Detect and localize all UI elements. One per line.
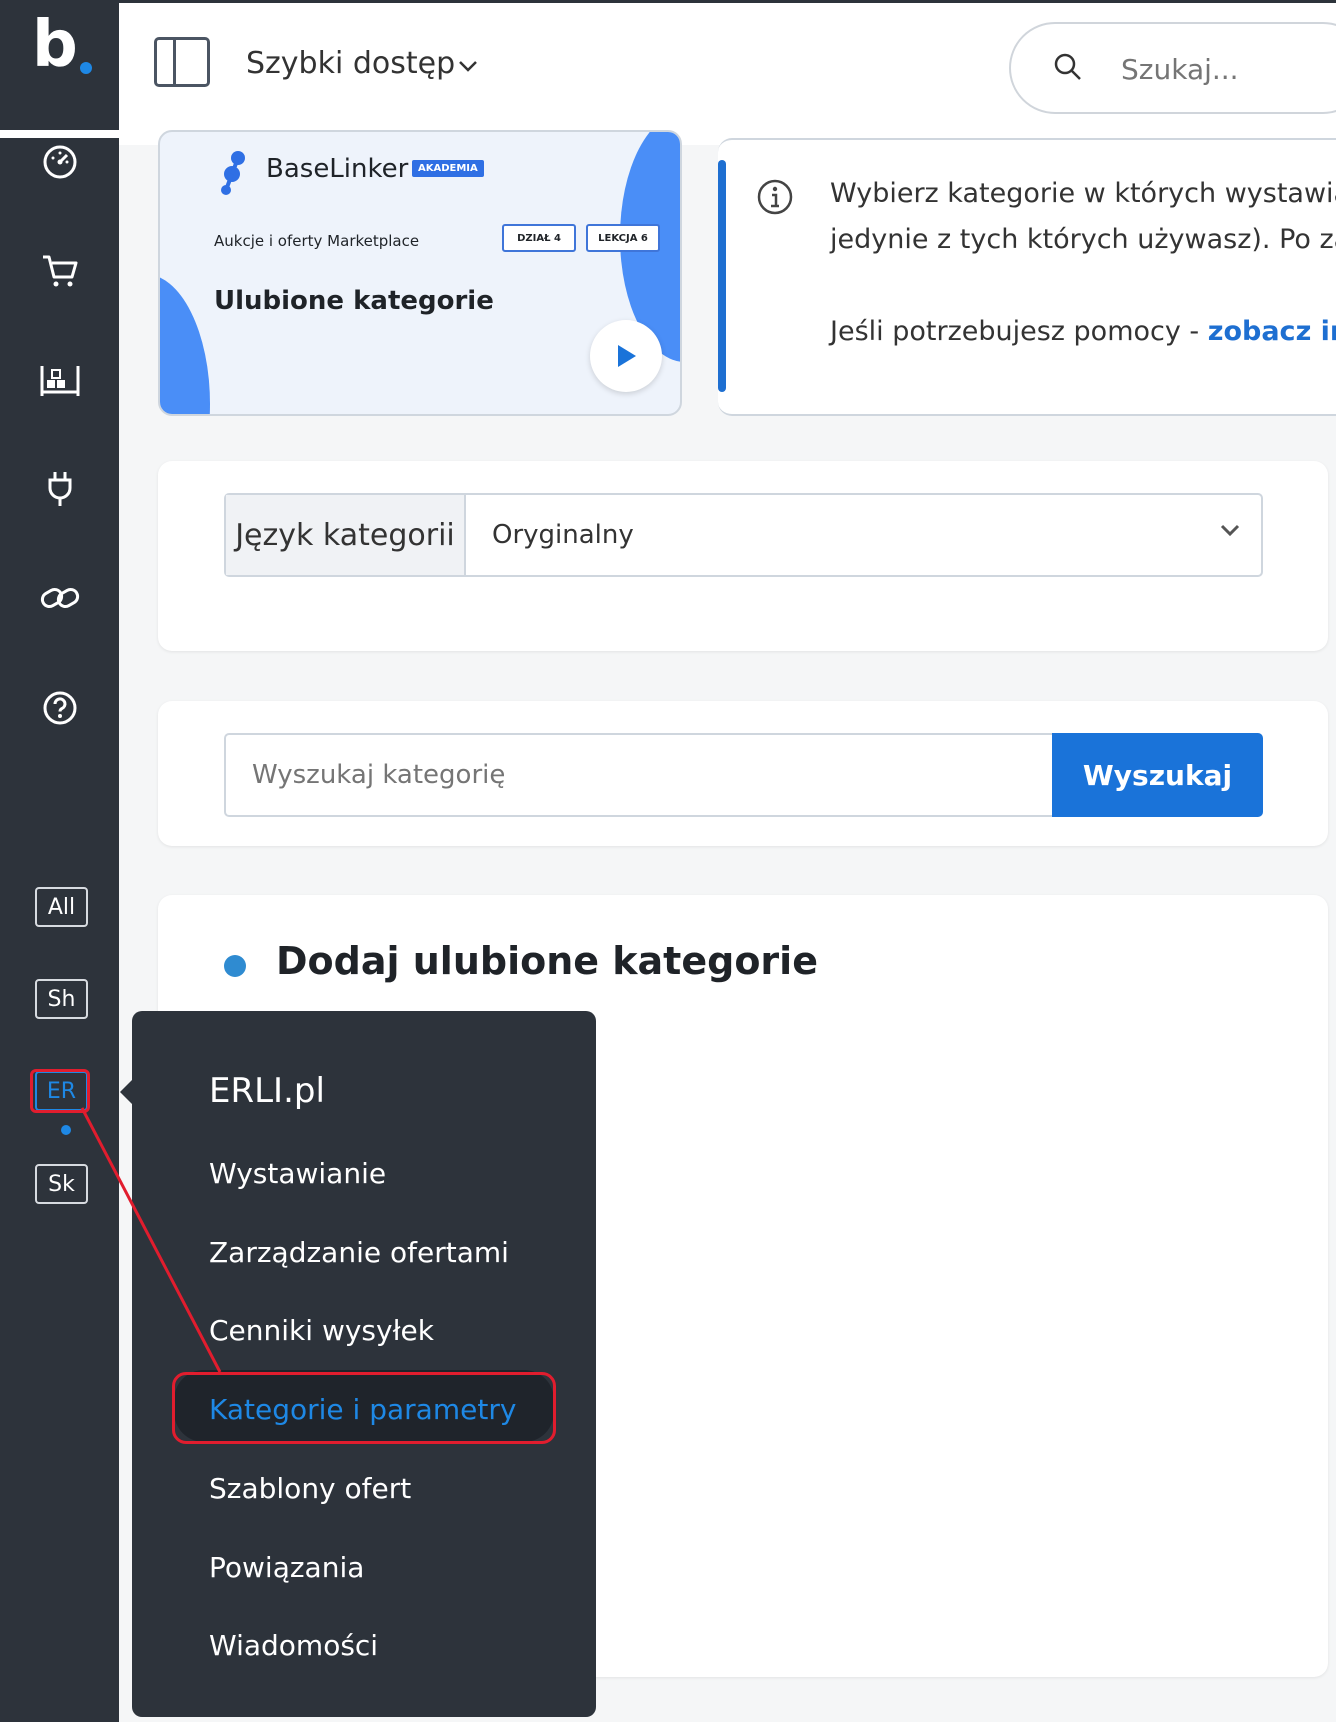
menu-item-cenniki-wysylek[interactable]: Cenniki wysyłek — [209, 1314, 434, 1347]
search-button[interactable]: Wyszukaj — [1052, 733, 1263, 817]
menu-item-wiadomosci[interactable]: Wiadomości — [209, 1629, 378, 1662]
warehouse-icon[interactable] — [38, 358, 82, 402]
language-select[interactable]: Oryginalny — [466, 495, 1261, 575]
active-indicator-dot — [61, 1125, 71, 1135]
menu-item-szablony-ofert[interactable]: Szablony ofert — [209, 1472, 411, 1505]
logo[interactable]: b — [0, 0, 119, 138]
toggle-panel-icon[interactable] — [154, 37, 210, 87]
lesson-tag: LEKCJA 6 — [586, 224, 660, 252]
flyout-pointer — [120, 1080, 132, 1104]
menu-item-wystawianie[interactable]: Wystawianie — [209, 1157, 386, 1190]
language-selected-value: Oryginalny — [492, 520, 634, 550]
search-icon — [1053, 52, 1083, 86]
section-tag: DZIAŁ 4 — [502, 224, 576, 252]
favorites-title: Dodaj ulubione kategorie — [276, 939, 818, 983]
info-help-text: Jeśli potrzebujesz pomocy - — [830, 316, 1208, 347]
language-select-group: Język kategorii Oryginalny — [224, 493, 1263, 577]
video-subtitle: Aukcje i oferty Marketplace — [214, 232, 420, 250]
cart-icon[interactable] — [38, 249, 82, 293]
sidebar-badge-sk[interactable]: Sk — [35, 1164, 88, 1204]
info-text-line1: Wybierz kategorie w których wystawias — [830, 178, 1336, 209]
video-title: Ulubione kategorie — [214, 286, 494, 316]
quick-access-label[interactable]: Szybki dostęp — [246, 46, 455, 81]
brand-name: BaseLinker — [266, 154, 409, 184]
info-text-line3: Jeśli potrzebujesz pomocy - zobacz ins — [830, 316, 1336, 347]
info-icon — [756, 178, 794, 220]
category-search-input[interactable] — [224, 733, 1052, 817]
search-input[interactable] — [1121, 50, 1336, 88]
play-icon — [618, 345, 636, 367]
logo-dot — [80, 62, 92, 74]
akademia-badge: AKADEMIA — [412, 160, 484, 177]
play-button[interactable] — [590, 320, 662, 392]
menu-item-zarzadzanie-ofertami[interactable]: Zarządzanie ofertami — [209, 1236, 509, 1269]
help-icon[interactable] — [38, 686, 82, 730]
sidebar-badge-all[interactable]: All — [35, 887, 88, 927]
language-label: Język kategorii — [226, 495, 466, 575]
annotation-highlight-menu-item — [172, 1372, 556, 1444]
menu-item-powiazania[interactable]: Powiązania — [209, 1551, 364, 1584]
decorative-shape — [160, 274, 210, 414]
erli-flyout-menu: ERLI.pl Wystawianie Zarządzanie ofertami… — [132, 1011, 596, 1717]
sidebar: b All Sh ER Sk — [0, 0, 119, 1722]
chevron-down-icon[interactable] — [458, 54, 478, 79]
plug-icon[interactable] — [38, 467, 82, 511]
language-card: Język kategorii Oryginalny — [158, 461, 1328, 651]
chevron-down-icon — [1220, 524, 1240, 537]
dashboard-icon[interactable] — [38, 140, 82, 184]
category-search-card: Wyszukaj — [158, 701, 1328, 846]
info-accent-bar — [718, 160, 726, 392]
flyout-title: ERLI.pl — [209, 1071, 325, 1111]
annotation-highlight-er — [30, 1069, 90, 1113]
global-search — [1009, 22, 1336, 114]
baselinker-logo-icon — [221, 151, 245, 195]
logo-letter: b — [32, 8, 78, 82]
sidebar-badge-sh[interactable]: Sh — [35, 979, 88, 1019]
link-icon[interactable] — [38, 576, 82, 620]
instructions-link[interactable]: zobacz ins — [1208, 316, 1336, 347]
bullet-dot — [224, 955, 246, 977]
info-text-line2: jedynie z tych których używasz). Po zap — [830, 224, 1336, 255]
academy-video-card[interactable]: BaseLinker AKADEMIA Aukcje i oferty Mark… — [158, 130, 682, 416]
